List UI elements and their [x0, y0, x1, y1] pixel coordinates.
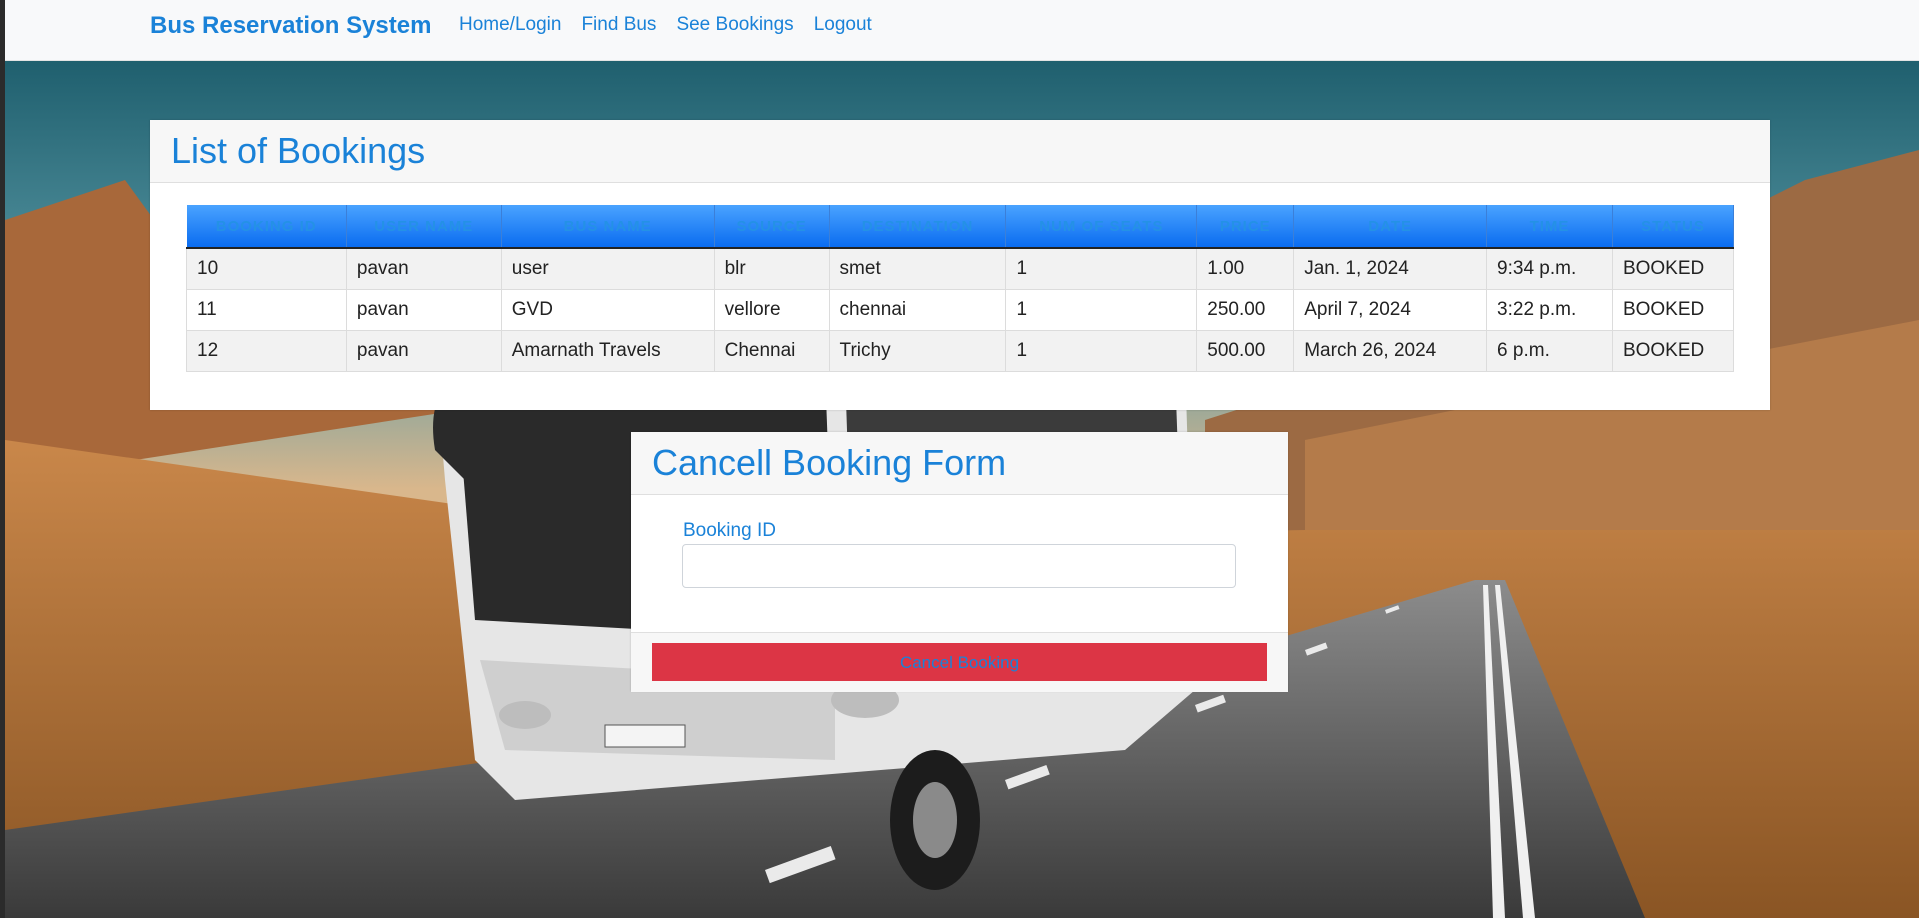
col-status: STATUS	[1612, 205, 1735, 249]
booking-id-input[interactable]	[682, 544, 1236, 588]
cell-num-of-seats: 1	[1005, 289, 1198, 331]
cell-date: Jan. 1, 2024	[1293, 247, 1488, 290]
cell-user-name: pavan	[345, 247, 502, 290]
booking-id-label: Booking ID	[683, 520, 776, 541]
cell-date: March 26, 2024	[1293, 330, 1488, 372]
table-row: 10 pavan user blr smet 1 1.00 Jan. 1, 20…	[186, 247, 1735, 290]
cell-num-of-seats: 1	[1005, 330, 1198, 372]
bookings-card: List of Bookings BOOKING ID USER NAME BU…	[150, 120, 1770, 410]
cell-time: 9:34 p.m.	[1486, 247, 1613, 290]
bookings-title: List of Bookings	[150, 120, 1770, 183]
nav-see-bookings[interactable]: See Bookings	[676, 14, 793, 36]
cancel-form-footer: Cancel Booking	[631, 632, 1288, 692]
col-date: DATE	[1293, 205, 1488, 249]
cell-time: 6 p.m.	[1486, 330, 1613, 372]
cell-status: BOOKED	[1611, 289, 1735, 331]
nav-logout[interactable]: Logout	[814, 14, 872, 36]
brand-link[interactable]: Bus Reservation System	[150, 12, 431, 40]
cell-time: 3:22 p.m.	[1486, 289, 1613, 331]
cell-source: vellore	[713, 289, 830, 331]
cell-bus-name: user	[500, 247, 715, 290]
col-price: PRICE	[1196, 205, 1295, 249]
cell-bus-name: Amarnath Travels	[500, 330, 715, 372]
col-source: SOURCE	[714, 205, 830, 249]
cell-status: BOOKED	[1611, 247, 1735, 290]
navbar: Bus Reservation System Home/Login Find B…	[5, 0, 1919, 61]
table-row: 12 pavan Amarnath Travels Chennai Trichy…	[186, 330, 1735, 372]
cancel-booking-card: Cancell Booking Form Booking ID Cancel B…	[631, 432, 1288, 692]
col-num-of-seats: NUM OF SEATS	[1005, 205, 1198, 249]
nav-find-bus[interactable]: Find Bus	[581, 14, 656, 36]
cell-booking-id: 12	[186, 330, 347, 372]
col-destination: DESTINATION	[829, 205, 1007, 249]
cell-price: 250.00	[1196, 289, 1295, 331]
nav-home-login[interactable]: Home/Login	[459, 14, 561, 36]
col-time: TIME	[1486, 205, 1613, 249]
cell-booking-id: 10	[186, 247, 347, 290]
cell-destination: smet	[828, 247, 1007, 290]
col-user-name: USER NAME	[346, 205, 502, 249]
nav-links: Home/Login Find Bus See Bookings Logout	[459, 14, 872, 36]
cell-destination: chennai	[828, 289, 1007, 331]
cell-price: 500.00	[1196, 330, 1295, 372]
cell-destination: Trichy	[828, 330, 1007, 372]
col-bus-name: BUS NAME	[501, 205, 715, 249]
cell-status: BOOKED	[1611, 330, 1735, 372]
cell-user-name: pavan	[345, 289, 502, 331]
cell-num-of-seats: 1	[1005, 247, 1198, 290]
table-header-row: BOOKING ID USER NAME BUS NAME SOURCE DES…	[186, 205, 1735, 249]
table-row: 11 pavan GVD vellore chennai 1 250.00 Ap…	[186, 289, 1735, 331]
bookings-table: BOOKING ID USER NAME BUS NAME SOURCE DES…	[186, 205, 1735, 372]
cell-user-name: pavan	[345, 330, 502, 372]
cancel-form-title: Cancell Booking Form	[631, 432, 1288, 495]
cell-price: 1.00	[1196, 247, 1295, 290]
cell-source: blr	[713, 247, 830, 290]
cell-source: Chennai	[713, 330, 830, 372]
cell-bus-name: GVD	[500, 289, 715, 331]
cancel-booking-button[interactable]: Cancel Booking	[652, 643, 1267, 681]
cell-date: April 7, 2024	[1293, 289, 1488, 331]
cell-booking-id: 11	[186, 289, 347, 331]
col-booking-id: BOOKING ID	[186, 205, 347, 249]
